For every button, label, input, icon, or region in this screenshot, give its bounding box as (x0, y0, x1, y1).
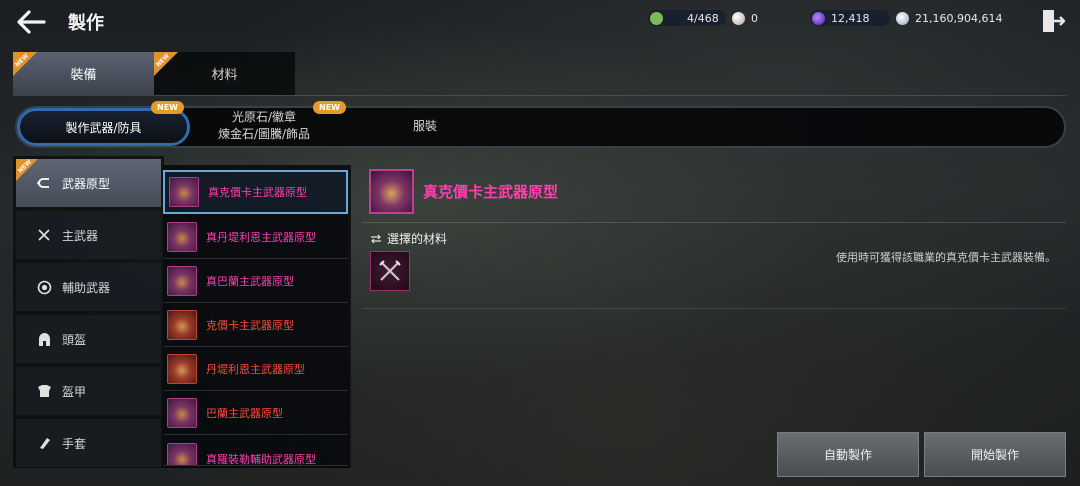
recipe-item-label: 丹堤利恩主武器原型 (206, 362, 305, 376)
weapon-prototype-icon (167, 397, 197, 428)
item-description: 使用時可獲得該職業的真克價卡主武器裝備。 (836, 251, 1056, 264)
recipe-item-label: 真丹堤利恩主武器原型 (206, 230, 316, 244)
pearl-counter[interactable]: 0 (732, 10, 802, 26)
material-slot[interactable] (370, 251, 410, 291)
glove-icon (36, 435, 52, 451)
helmet-icon (36, 331, 52, 347)
sub-tab-stones-accessories[interactable]: 光原石/徽章 煉金石/圖騰/飾品 (204, 109, 324, 143)
start-craft-button[interactable]: 開始製作 (924, 432, 1066, 477)
category-label: 武器原型 (62, 176, 111, 191)
recipe-item-label: 克價卡主武器原型 (206, 318, 294, 332)
recipe-item[interactable]: 真克價卡主武器原型 (163, 170, 348, 214)
category-label: 主武器 (62, 228, 99, 243)
silver-coin-icon (896, 11, 909, 25)
category-label: 頭盔 (62, 332, 87, 347)
recipe-item[interactable]: 巴蘭主武器原型 (163, 391, 348, 435)
recipe-item-label: 真克價卡主武器原型 (208, 186, 307, 199)
start-craft-label: 開始製作 (970, 448, 1019, 462)
recipe-item[interactable]: 真羅裝勒輔助武器原型 (163, 435, 348, 466)
recipe-item-label: 真羅裝勒輔助武器原型 (206, 453, 316, 466)
recipe-item[interactable]: 真丹堤利恩主武器原型 (163, 215, 348, 259)
tab-equipment-label: 裝備 (70, 68, 97, 83)
purple-gem-icon (812, 11, 825, 25)
recipe-item[interactable]: 克價卡主武器原型 (163, 303, 348, 347)
swap-arrows-icon (371, 234, 381, 243)
category-armor[interactable]: 盔甲 (16, 367, 161, 415)
exit-button[interactable] (1040, 8, 1066, 34)
category-helmet[interactable]: 頭盔 (16, 315, 161, 363)
category-label: 輔助武器 (62, 280, 111, 295)
selected-item-icon (369, 169, 414, 214)
gem-counter[interactable]: 12,418 (810, 10, 890, 26)
sub-tab-costume[interactable]: 服裝 (395, 118, 455, 135)
category-label: 手套 (62, 436, 87, 451)
weapon-prototype-icon (167, 265, 197, 296)
sub-tab-craft-weapon-armor-label: 製作武器/防具 (65, 120, 142, 135)
weapon-prototype-icon (167, 309, 197, 340)
sub-tab-stones-line2: 煉金石/圖騰/飾品 (217, 127, 311, 141)
armor-icon (36, 383, 52, 399)
new-badge-category: NEW (16, 158, 38, 181)
recipe-item-label: 真巴蘭主武器原型 (206, 274, 294, 288)
return-arrow-icon (36, 175, 52, 191)
back-button[interactable] (14, 6, 48, 38)
target-circle-icon (36, 279, 52, 295)
auto-craft-button[interactable]: 自動製作 (777, 432, 919, 477)
recipe-item[interactable]: 丹堤利恩主武器原型 (163, 347, 348, 391)
selected-item-title: 真克價卡主武器原型 (423, 183, 559, 201)
inventory-value: 4/468 (687, 11, 719, 25)
tabs-divider (13, 95, 1067, 96)
new-badge-sub-craft: NEW (151, 101, 184, 114)
detail-divider (362, 222, 1066, 223)
weapon-prototype-icon (169, 177, 199, 207)
new-badge-equipment: NEW (13, 52, 37, 76)
sub-tab-stones-line1: 光原石/徽章 (231, 110, 297, 124)
new-badge-sub-stones: NEW (313, 101, 346, 114)
tab-materials-label: 材料 (211, 68, 238, 83)
silver-value: 21,160,904,614 (915, 11, 1003, 25)
bag-icon (650, 11, 663, 25)
category-sub-weapon[interactable]: 輔助武器 (16, 263, 161, 311)
auto-craft-label: 自動製作 (823, 448, 872, 462)
new-badge-materials: NEW (154, 52, 178, 76)
category-gloves[interactable]: 手套 (16, 419, 161, 467)
detail-divider-bottom (362, 308, 1066, 309)
materials-heading: 選擇的材料 (370, 230, 447, 247)
gem-value: 12,418 (831, 11, 870, 25)
inventory-counter[interactable]: 4/468 (648, 10, 726, 26)
weapon-prototype-icon (167, 443, 197, 465)
exit-door-icon (1043, 10, 1066, 32)
pearl-value: 0 (751, 11, 758, 25)
weapon-prototype-icon (167, 353, 197, 384)
sub-tab-costume-label: 服裝 (412, 119, 437, 133)
weapon-prototype-icon (167, 221, 197, 252)
crossed-swords-icon (379, 260, 401, 281)
recipe-item[interactable]: 真巴蘭主武器原型 (163, 259, 348, 303)
materials-label: 選擇的材料 (387, 232, 448, 246)
category-label: 盔甲 (62, 384, 87, 399)
silver-counter[interactable]: 21,160,904,614 (896, 10, 1020, 26)
category-main-weapon[interactable]: 主武器 (16, 211, 161, 259)
arrow-left-icon (17, 10, 46, 34)
recipe-item-label: 巴蘭主武器原型 (206, 406, 283, 420)
pearl-icon (732, 11, 745, 25)
page-title: 製作 (68, 13, 104, 34)
crossed-swords-icon (36, 227, 52, 243)
